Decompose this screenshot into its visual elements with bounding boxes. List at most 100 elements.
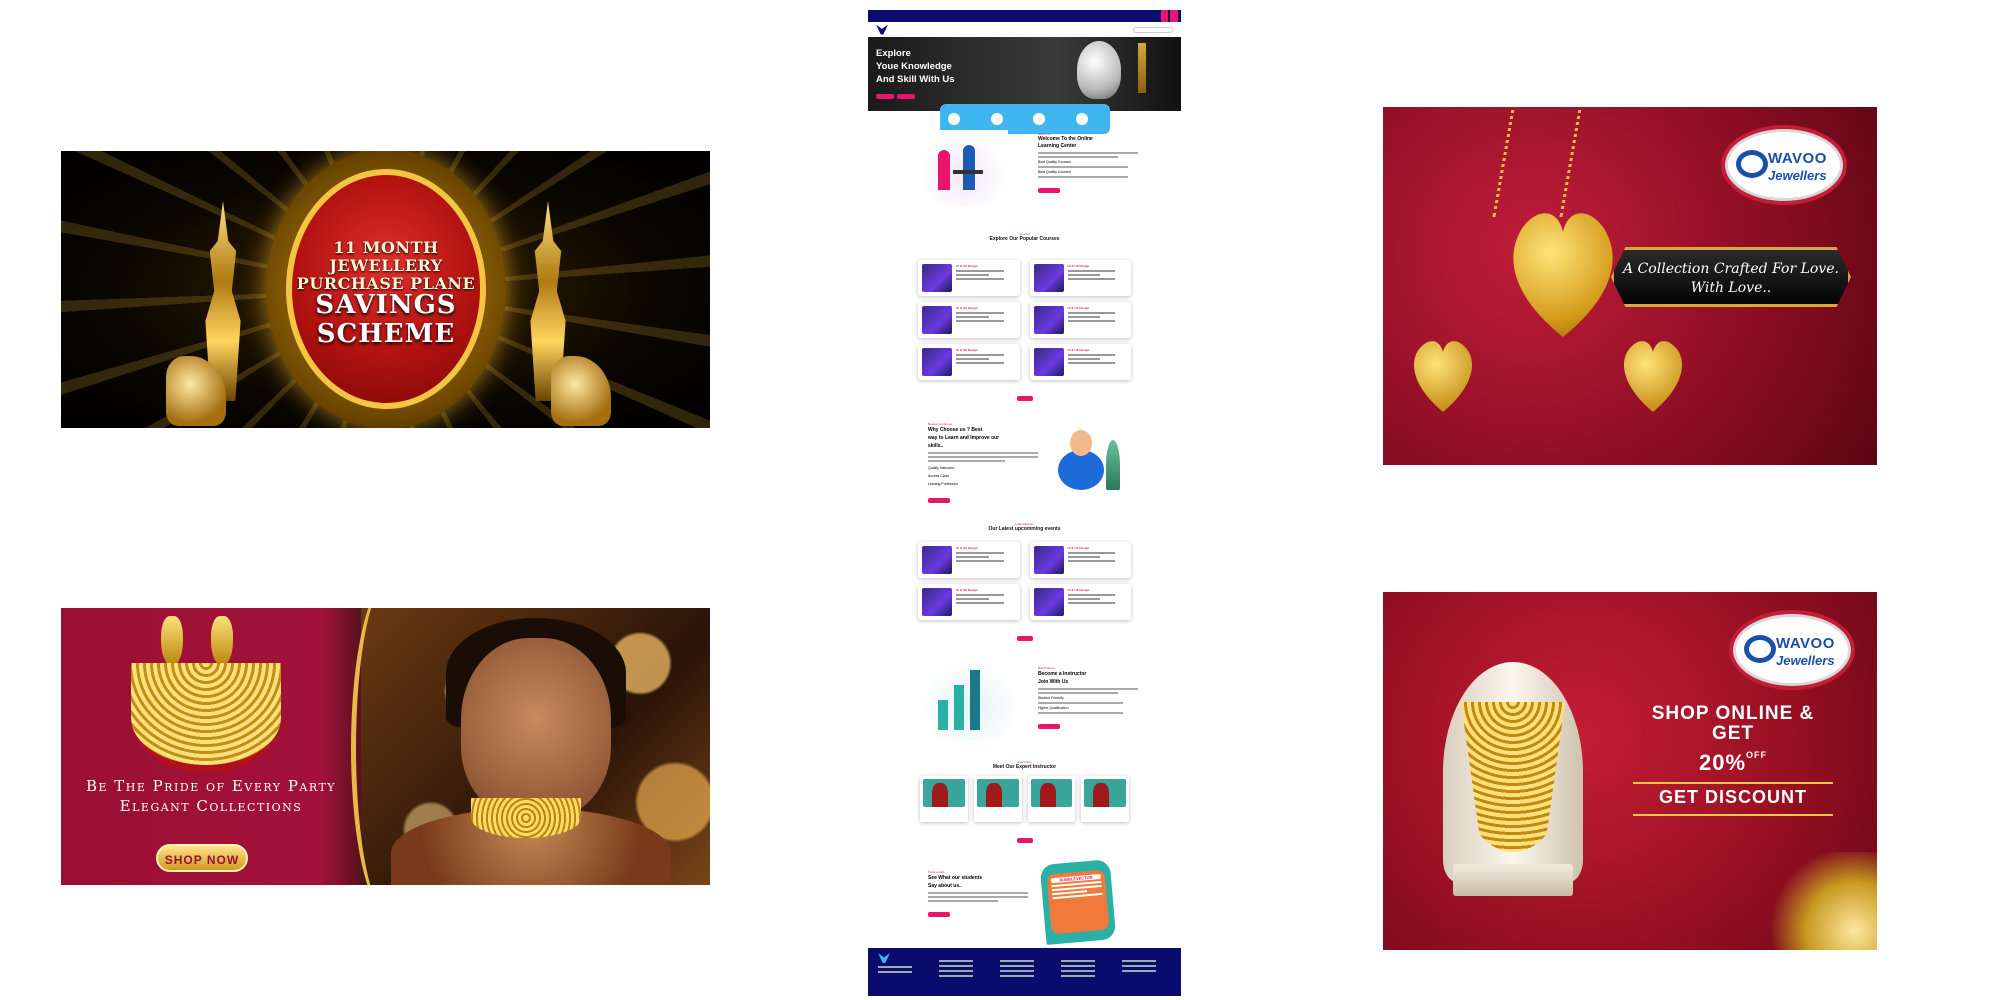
learning-website-mockup: Explore Youe Knowledge And Skill With Us… [868, 10, 1181, 996]
course-card[interactable]: UI & UX Design [918, 302, 1020, 338]
model-face [461, 638, 611, 818]
why-button[interactable] [928, 498, 950, 503]
hero-line-3: And Skill With Us [876, 74, 955, 85]
course-card[interactable]: UI & UX Design [918, 260, 1020, 296]
event-meta: UI & UX Design [1067, 588, 1128, 616]
stat-icon [948, 113, 961, 125]
stat-icon [1075, 113, 1088, 125]
logo-brand-sub: Jewellers [1768, 168, 1827, 183]
events-view-all-button[interactable] [1016, 636, 1033, 641]
hero-button[interactable] [897, 94, 915, 99]
gold-necklace-image [131, 663, 281, 773]
instructor-title-2: Join With Us [1038, 679, 1069, 685]
why-choose-text: Reason to choose Why Choose us ? Best wa… [928, 422, 1038, 508]
why-title-1: Why Choose us ? Best [928, 427, 983, 433]
course-thumbnail [1033, 306, 1064, 334]
instructor-title-1: Become a Instructor [1038, 671, 1087, 677]
welcome-text: About Us Welcome To the Online Learning … [1038, 132, 1138, 198]
gold-divider [1633, 814, 1833, 816]
instructor-item-2-desc [1038, 712, 1138, 714]
event-card[interactable]: UI & UX Design [918, 584, 1020, 620]
hero-line-2: Youe Knowledge [876, 61, 952, 72]
instructor-card[interactable] [974, 776, 1022, 822]
hero-button[interactable] [876, 94, 894, 99]
welcome-item-2: Best Quality Courses [1038, 170, 1071, 174]
gold-glitter [1763, 852, 1877, 950]
site-footer [868, 948, 1181, 996]
footer-col [1061, 953, 1110, 991]
discount-off: OFF [1746, 750, 1768, 760]
course-thumbnail [1033, 264, 1064, 292]
event-tag: UI & UX Design [1067, 546, 1090, 550]
top-bar-button[interactable] [1160, 10, 1169, 22]
course-card[interactable]: UI & UX Design [1029, 260, 1131, 296]
event-thumbnail [1033, 588, 1064, 616]
stat-item [948, 112, 974, 126]
title-line-1: SAVINGS [315, 290, 457, 320]
event-thumbnail [1033, 546, 1064, 574]
scheme-title: SAVINGS SCHEME [286, 291, 486, 349]
instructor-text: Build Career Become a Instructor Join Wi… [1038, 666, 1138, 734]
experts-view-all-button[interactable] [1016, 838, 1033, 843]
instructor-item-1: Student Friendly [1038, 696, 1064, 700]
logo-brand-name: WAVOO [1776, 635, 1835, 652]
course-tag: UI & UX Design [956, 306, 978, 310]
instructor-item-1-desc [1038, 702, 1138, 704]
course-meta: UI & UX Design [956, 306, 1016, 334]
welcome-item-1-desc [1038, 166, 1138, 168]
event-card[interactable]: UI & UX Design [1029, 584, 1131, 620]
wavoo-logo: WAVOO Jewellers [1733, 614, 1851, 686]
course-card[interactable]: UI & UX Design [1029, 344, 1131, 380]
footer-col [939, 953, 988, 991]
top-bar-button[interactable] [1170, 10, 1178, 22]
course-meta: UI & UX Design [956, 348, 1016, 376]
instructor-card[interactable] [1028, 776, 1076, 822]
experts-grid [868, 770, 1181, 822]
wavoo-logo-icon [1736, 150, 1768, 178]
lightbulb-image [1077, 41, 1121, 99]
instructor-card[interactable] [1081, 776, 1129, 822]
search-input[interactable] [1133, 26, 1173, 33]
pendant-collection-banner: WAVOO Jewellers A Collection Crafted For… [1383, 107, 1877, 465]
footer-col [1000, 953, 1049, 991]
event-meta: UI & UX Design [956, 588, 1016, 616]
stat-icon [1033, 113, 1046, 125]
course-card[interactable]: UI & UX Design [918, 344, 1020, 380]
course-card[interactable]: UI & UX Design [1029, 302, 1131, 338]
logo-brand-name: WAVOO [1768, 150, 1827, 167]
headline-line-1: Be The Pride of Every Party [85, 777, 337, 795]
instructor-photo [1030, 779, 1073, 807]
event-thumbnail [922, 588, 952, 616]
course-tag: UI & UX Design [1067, 306, 1090, 310]
footer-logo-icon [878, 953, 890, 963]
event-thumbnail [922, 546, 952, 574]
experts-section: Instructors Meet Our Expert Instructor [868, 760, 1181, 848]
welcome-button[interactable] [1038, 188, 1060, 193]
top-bar [868, 10, 1181, 22]
site-logo-icon[interactable] [876, 24, 888, 35]
courses-view-all-button[interactable] [1016, 396, 1033, 401]
testimonials-title-1: See What our students [928, 875, 983, 881]
event-card[interactable]: UI & UX Design [1029, 542, 1131, 578]
instructor-card[interactable] [920, 776, 968, 822]
event-card[interactable]: UI & UX Design [918, 542, 1020, 578]
instructor-button[interactable] [1038, 724, 1060, 729]
event-tag: UI & UX Design [956, 546, 978, 550]
testimonials-text: Testimonials See What our students Say a… [928, 870, 1028, 922]
bust-base [1453, 864, 1573, 896]
welcome-paragraph [1038, 152, 1138, 158]
shop-now-button[interactable]: SHOP NOW [156, 844, 248, 872]
offer-percent: 20%OFF [1623, 750, 1843, 776]
stat-item [990, 112, 1017, 126]
welcome-item-2-desc [1038, 176, 1138, 178]
offer-cta-text: GET DISCOUNT [1658, 787, 1807, 807]
bubble-text [1051, 880, 1103, 900]
instructor-photo [923, 779, 965, 807]
instructor-photo [976, 779, 1019, 807]
instructor-photo [1084, 779, 1126, 807]
gold-chain [1492, 107, 1584, 217]
headline-line-2: Elegant Collections [119, 797, 303, 815]
testimonials-title-2: Say about us.. [928, 883, 962, 889]
heart-pendant-image [1503, 197, 1623, 337]
testimonials-button[interactable] [928, 912, 950, 917]
